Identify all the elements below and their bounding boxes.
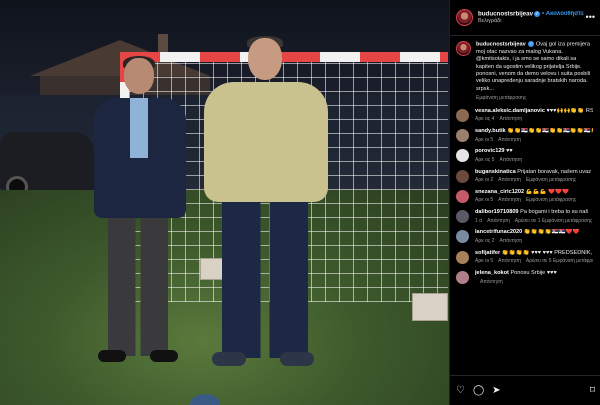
comment-text: ♥♥♥🙌🙌👏👏 RSCR🙌🙌😊👏 RSCR (546, 107, 593, 114)
comment-username[interactable]: porovic129 (475, 148, 505, 154)
comment-meta: Απάντηση (475, 279, 593, 286)
comment-extra[interactable]: Αρέσει σε 5 Εμφάνιση μετάφρασης (526, 258, 593, 264)
comment-meta: Αρκ οι 5 Απάντηση Εμφάνιση μετάφρασης (475, 197, 593, 204)
author-avatar[interactable] (456, 9, 473, 26)
instagram-post-viewer: buducnostsrbijeav ✓ • Ακολουθήστε Βελιγράδ… (0, 0, 600, 405)
comment-list[interactable]: buducnostsrbijeav ✓ Ovaj gol iza premije… (450, 36, 600, 370)
post-header: buducnostsrbijeav ✓ • Ακολουθήστε Βελιγράδ… (450, 0, 600, 36)
person-right (204, 36, 328, 378)
commenter-avatar[interactable] (456, 129, 469, 142)
post-location[interactable]: Βελιγράδι (478, 18, 584, 24)
commenter-avatar[interactable] (456, 108, 469, 122)
commenter-avatar[interactable] (456, 250, 469, 264)
comment-meta: Αρκ ος 2 Απάντηση (475, 238, 593, 245)
reply-button[interactable]: Απάντηση (499, 238, 522, 244)
comment-item: buganskinatica Prijatan boravak, našem u… (456, 169, 595, 184)
comment-time: Αρκ οι 5 (475, 197, 494, 204)
see-translation-link[interactable]: Εμφάνιση μετάφρασης (476, 95, 595, 102)
comment-username[interactable]: jelena_kokot (475, 270, 509, 276)
comment-item: dalibor19710809 Pa bogami i treba to su … (456, 209, 595, 224)
more-horizontal-icon[interactable]: ••• (586, 12, 595, 22)
verified-badge-icon: ✓ (528, 41, 535, 47)
comment-text: 👏👏🇷🇸👏👏🇷🇸👏👏🇷🇸👏👏🇷🇸👏👏 ❤️❤️💙❤️ (507, 128, 593, 134)
comment-time: Αρκ οι 5 (475, 258, 494, 265)
commenter-avatar[interactable] (456, 210, 469, 224)
comment-extra[interactable]: Εμφάνιση μετάφρασης (526, 197, 576, 203)
comment-item: snezana_ciric1202 💪💪💪 ❤️❤️❤️ Αρκ οι 5 Απάν… (456, 189, 595, 204)
comment-time: Αρκ ος 2 (475, 238, 495, 245)
reply-button[interactable]: Απάντηση (499, 116, 522, 122)
comment-meta: Αρκ ος 4 Απάντηση (475, 116, 593, 123)
comment-time: Αρκ ος 4 (475, 116, 495, 123)
caption-avatar[interactable] (456, 41, 471, 56)
reply-button[interactable]: Απάντηση (498, 197, 521, 203)
heart-icon[interactable]: ♡ (456, 385, 465, 396)
comment-time: Αρκ ος 5 (475, 156, 495, 163)
comment-meta: Αρκ οι 5 Απάντηση Αρέσει σε 5 Εμφάνιση μετ… (475, 258, 593, 265)
follow-button[interactable]: • Ακολουθήστε (542, 11, 584, 17)
reply-button[interactable]: Απάντηση (499, 157, 522, 163)
comment-text: 👏👏👏👏🇷🇸🇷🇸❤️❤️ (523, 229, 580, 236)
commenter-avatar[interactable] (456, 271, 469, 285)
post-photo[interactable] (0, 0, 449, 405)
comment-username[interactable]: sandy.butik (475, 128, 506, 134)
post-actions-bar: ♡ ◯ ➤ ⌑ (450, 375, 600, 405)
reply-button[interactable]: Απάντηση (480, 279, 503, 285)
comment-username[interactable]: lancetrifunac2020 (475, 229, 522, 235)
caption-username[interactable]: buducnostsrbijeav (476, 41, 526, 47)
post-caption: buducnostsrbijeav ✓ Ovaj gol iza premije… (456, 41, 595, 102)
comment-meta: Αρκ ος 5 Απάντηση (475, 157, 593, 164)
comment-text: 👏👏👏👏 ♥♥♥ ♥♥♥ PREDSEDNIK, DOBRO DOSLI U P… (501, 249, 593, 256)
comment-time: Αρκ οι 2 (475, 177, 494, 184)
bookmark-icon[interactable]: ⌑ (590, 385, 595, 396)
comment-meta: Αρκ οι 5 Απάντηση (475, 137, 593, 144)
commenter-avatar[interactable] (456, 230, 469, 244)
reply-button[interactable]: Απάντηση (487, 218, 510, 224)
person-left (86, 56, 194, 368)
parked-car (0, 132, 95, 198)
comment-item: vesna.aleksic.damljanovic ♥♥♥🙌🙌👏👏 RSCR🙌🙌… (456, 108, 595, 123)
comment-extra[interactable]: Αρέσει σε 1 Εμφάνιση μετάφρασης (515, 218, 592, 224)
verified-badge-icon: ✓ (534, 10, 541, 17)
comment-username[interactable]: buganskinatica (475, 169, 516, 175)
comment-item: jelena_kokot Ponosu Srbije ♥♥♥ Απάντηση (456, 270, 595, 285)
comment-username[interactable]: vesna.aleksic.damljanovic (475, 108, 545, 114)
comment-username[interactable]: sofijatifer (475, 250, 500, 256)
comment-username[interactable]: dalibor19710809 (475, 209, 519, 215)
comment-time: Αρκ οι 5 (475, 136, 494, 143)
comment-extra[interactable]: Εμφάνιση μετάφρασης (526, 177, 576, 183)
caption-text: Ovaj gol iza premijera moj otac nazvao z… (476, 41, 591, 92)
reply-button[interactable]: Απάντηση (498, 177, 521, 183)
post-sidebar: buducnostsrbijeav ✓ • Ακολουθήστε Βελιγράδ… (449, 0, 600, 405)
commenter-avatar[interactable] (456, 169, 469, 183)
comment-time: 1 α (475, 217, 483, 224)
comment-text: Ponosu Srbije ♥♥♥ (510, 270, 557, 277)
comment-item: lancetrifunac2020 👏👏👏👏🇷🇸🇷🇸❤️❤️ Αρκ ος 2 Απ… (456, 229, 595, 244)
comment-item: sandy.butik 👏👏🇷🇸👏👏🇷🇸👏👏🇷🇸👏👏🇷🇸👏👏 ❤️❤️💙❤️ Αρ… (456, 128, 595, 143)
comment-meta: Αρκ οι 2 Απάντηση Εμφάνιση μετάφρασης (475, 177, 593, 184)
comment-username[interactable]: snezana_ciric1202 (475, 189, 524, 195)
comment-text: Prijatan boravak, našem uvaz (517, 168, 591, 175)
comment-item: sofijatifer 👏👏👏👏 ♥♥♥ ♥♥♥ PREDSEDNIK, DOB… (456, 250, 595, 265)
comment-meta: 1 α Απάντηση Αρέσει σε 1 Εμφάνιση μετάφρασ… (475, 218, 593, 225)
commenter-avatar[interactable] (456, 149, 469, 163)
comment-icon[interactable]: ◯ (473, 385, 484, 396)
reply-button[interactable]: Απάντηση (498, 137, 521, 143)
comment-text: Pa bogami i treba to su naš (520, 209, 589, 216)
send-icon[interactable]: ➤ (492, 385, 500, 396)
author-username[interactable]: buducnostsrbijeav (478, 11, 533, 18)
goal-weight-block (412, 293, 448, 321)
author-info: buducnostsrbijeav ✓ • Ακολουθήστε Βελιγράδ… (478, 10, 584, 25)
comment-text: 💪💪💪 ❤️❤️❤️ (525, 188, 570, 195)
comment-item: porovic129 ♥♥ Αρκ ος 5 Απάντηση (456, 148, 595, 163)
reply-button[interactable]: Απάντηση (498, 258, 521, 264)
commenter-avatar[interactable] (456, 189, 469, 203)
comment-text: ♥♥ (506, 148, 513, 155)
